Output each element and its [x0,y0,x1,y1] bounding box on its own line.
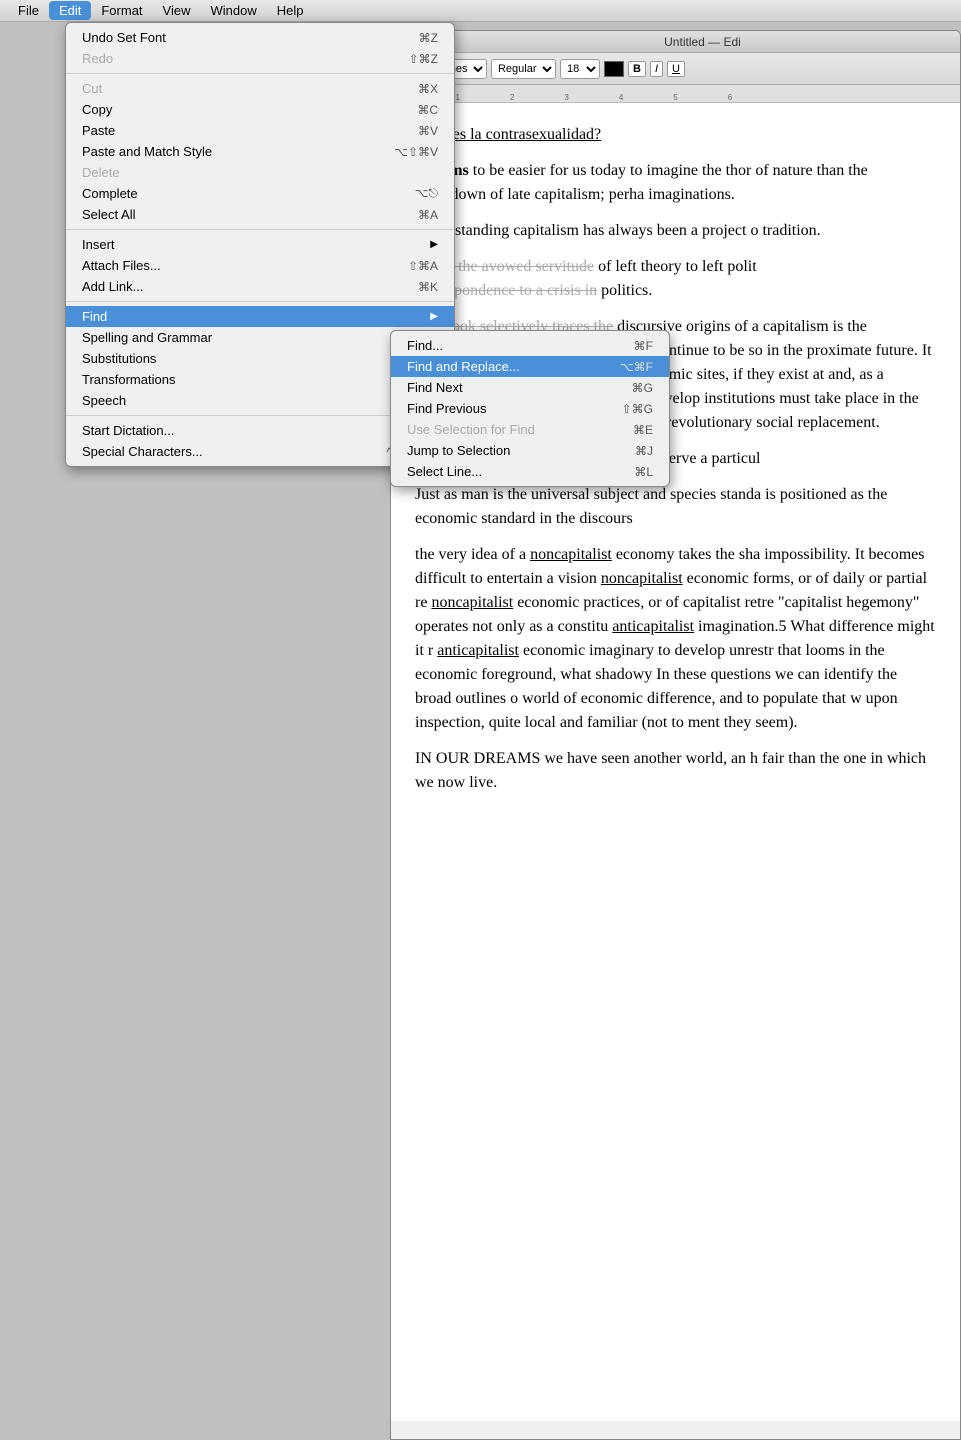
size-select[interactable]: 18 [560,59,600,79]
bold-button[interactable]: B [628,61,646,77]
menu-sep-3 [66,301,454,302]
menu-attach[interactable]: Attach Files... ⇧⌘A [66,255,454,276]
menu-help[interactable]: Help [267,1,314,20]
menu-file[interactable]: File [8,1,49,20]
menu-window[interactable]: Window [200,1,266,20]
underline-button[interactable]: U [667,61,685,77]
menu-sep-2 [66,229,454,230]
menu-format[interactable]: Format [91,1,152,20]
menu-delete: Delete [66,162,454,183]
ruler: 0123456 [391,85,960,103]
menu-undo[interactable]: Undo Set Font ⌘Z [66,27,454,48]
submenu-find-prev[interactable]: Find Previous ⇧⌘G [391,398,669,419]
menu-edit[interactable]: Edit [49,1,91,20]
submenu-find-next[interactable]: Find Next ⌘G [391,377,669,398]
italic-button[interactable]: I [650,61,663,77]
doc-para-7: the very idea of a noncapitalist economy… [415,543,936,735]
submenu-find-replace[interactable]: Find and Replace... ⌥⌘F [391,356,669,377]
submenu-find[interactable]: Find... ⌘F [391,335,669,356]
submenu-select-line[interactable]: Select Line... ⌘L [391,461,669,482]
find-submenu: Find... ⌘F Find and Replace... ⌥⌘F Find … [390,330,670,487]
submenu-jump-selection[interactable]: Jump to Selection ⌘J [391,440,669,461]
doc-para-8: IN OUR DREAMS we have seen another world… [415,747,936,795]
doc-para-3: Given the avowed servitude of left theor… [415,255,936,303]
menu-sep-1 [66,73,454,74]
menu-complete[interactable]: Complete ⌥⎋ [66,183,454,204]
menu-select-all[interactable]: Select All ⌘A [66,204,454,225]
menu-bar: File Edit Format View Window Help [0,0,961,22]
color-picker[interactable] [604,61,624,77]
submenu-use-selection: Use Selection for Find ⌘E [391,419,669,440]
document-content[interactable]: ¿Qué es la contrasexualidad? It seems to… [391,103,960,1421]
menu-redo: Redo ⇧⌘Z [66,48,454,69]
menu-cut: Cut ⌘X [66,78,454,99]
menu-copy[interactable]: Copy ⌘C [66,99,454,120]
menu-view[interactable]: View [153,1,201,20]
style-select[interactable]: Regular [491,59,556,79]
menu-insert[interactable]: Insert ▶ [66,234,454,255]
menu-add-link[interactable]: Add Link... ⌘K [66,276,454,297]
menu-paste-match[interactable]: Paste and Match Style ⌥⇧⌘V [66,141,454,162]
menu-paste[interactable]: Paste ⌘V [66,120,454,141]
doc-toolbar: ◀ ▶ Times Regular 18 B I U [391,53,960,85]
document-title: Untitled — Edi [453,35,952,49]
doc-para-2: Understanding capitalism has always been… [415,219,936,243]
doc-para-1: It seems to be easier for us today to im… [415,159,936,207]
ruler-marks: 0123456 [391,85,960,102]
titlebar: Untitled — Edi [391,31,960,53]
menu-find[interactable]: Find ▶ [66,306,454,327]
document-window: Untitled — Edi ◀ ▶ Times Regular 18 B I … [390,30,961,1440]
doc-para-6: Just as man is the universal subject and… [415,483,936,531]
